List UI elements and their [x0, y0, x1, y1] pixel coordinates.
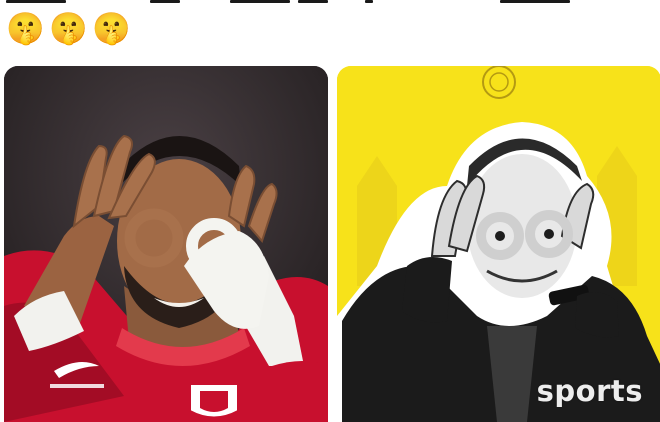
media-photo-player[interactable] [4, 66, 328, 422]
shushing-face-emoji-2: 🤫 [49, 11, 88, 47]
sports-watermark: sports [536, 374, 643, 408]
shushing-face-emoji-1: 🤫 [6, 11, 45, 47]
shushing-face-emoji-3: 🤫 [92, 11, 131, 47]
player-goggles-illustration [4, 66, 328, 422]
tweet-text-emojis: 🤫 🤫 🤫 [6, 10, 131, 48]
cropped-text-line [0, 0, 660, 4]
coach-goggles-illustration [337, 66, 660, 422]
media-photo-coach-graphic[interactable]: sports [337, 66, 660, 422]
